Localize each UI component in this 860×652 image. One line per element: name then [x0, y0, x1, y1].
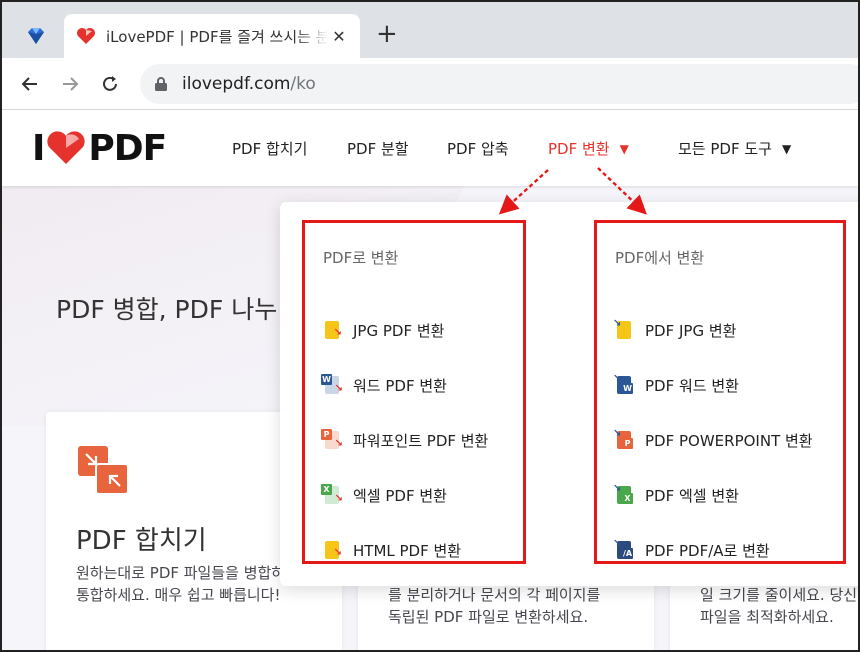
- heart-icon: [47, 131, 86, 164]
- ilovepdf-logo[interactable]: I PDF: [32, 127, 167, 169]
- nav-label: PDF 합치기: [232, 140, 308, 158]
- url-text: ilovepdf.com/ko: [182, 74, 316, 94]
- menu-item-label: PDF 워드 변환: [645, 376, 739, 395]
- word-to-pdf-icon: W ↘: [321, 374, 343, 394]
- nav-convert-pdf[interactable]: PDF 변환 ▼: [548, 138, 629, 159]
- menu-item-label: PDF JPG 변환: [645, 321, 737, 340]
- caret-down-icon: ▼: [619, 142, 629, 156]
- menu-item-excel-to-pdf[interactable]: X ↘ 엑셀 PDF 변환: [321, 483, 447, 507]
- menu-item-pdf-to-jpg[interactable]: ↘ PDF JPG 변환: [613, 318, 736, 342]
- screenshot-frame: iLovePDF | PDF를 즐겨 쓰시는 분 ✕ + ilovepdf.co…: [0, 0, 860, 652]
- card-title: PDF 합치기: [76, 526, 207, 556]
- close-tab-icon[interactable]: ✕: [330, 27, 348, 46]
- nav-label: 모든 PDF 도구: [678, 140, 772, 158]
- browser-tab-strip: iLovePDF | PDF를 즐겨 쓰시는 분 ✕ +: [2, 2, 858, 58]
- lock-icon: [155, 77, 167, 91]
- menu-item-label: PDF POWERPOINT 변환: [645, 431, 813, 450]
- menu-item-label: HTML PDF 변환: [353, 541, 462, 560]
- nav-label: PDF 변환: [548, 140, 610, 158]
- card-description-line2: 파일을 최적화하세요.: [700, 608, 834, 626]
- arrow-right-icon: [63, 77, 79, 91]
- arrow-left-icon: [21, 77, 37, 91]
- menu-item-html-to-pdf[interactable]: ↘ HTML PDF 변환: [321, 538, 461, 562]
- powerpoint-to-pdf-icon: P ↘: [321, 429, 343, 451]
- heart-gem-icon: [28, 28, 44, 44]
- excel-to-pdf-icon: X ↘: [321, 484, 343, 506]
- forward-button[interactable]: [56, 70, 84, 98]
- tab-title: iLovePDF | PDF를 즐겨 쓰시는 분: [106, 27, 328, 46]
- hero-title: PDF 병합, PDF 나누: [56, 295, 278, 324]
- jpg-to-pdf-icon: ↘: [321, 319, 343, 341]
- nav-label: PDF 분할: [347, 140, 409, 158]
- menu-item-label: 파워포인트 PDF 변환: [353, 431, 489, 450]
- url-host: ilovepdf.com: [182, 74, 291, 94]
- pdf-to-pdfa-icon: ↘/A: [613, 538, 633, 559]
- html-to-pdf-icon: ↘: [321, 539, 343, 561]
- merge-pdf-icon: [78, 446, 129, 495]
- menu-item-pdf-to-excel[interactable]: ↘ X PDF 엑셀 변환: [613, 483, 739, 507]
- url-path: /ko: [290, 74, 316, 94]
- menu-item-pdf-to-pdfa[interactable]: ↘/A PDF PDF/A로 변환: [613, 538, 770, 562]
- ilovepdf-favicon-icon: [77, 28, 95, 44]
- pinned-tab[interactable]: [16, 18, 56, 54]
- address-bar[interactable]: ilovepdf.com/ko: [140, 64, 858, 104]
- from-pdf-column: PDF에서 변환 ↘ PDF JPG 변환 ↘ W PDF 워드 변환 ↘ P PDF POW…: [594, 220, 846, 564]
- new-tab-button[interactable]: +: [376, 20, 398, 48]
- active-tab[interactable]: iLovePDF | PDF를 즐겨 쓰시는 분 ✕: [64, 14, 360, 58]
- menu-item-label: 워드 PDF 변환: [353, 376, 447, 395]
- menu-item-pdf-to-word[interactable]: ↘ W PDF 워드 변환: [613, 373, 739, 397]
- menu-item-jpg-to-pdf[interactable]: ↘ JPG PDF 변환: [321, 318, 444, 342]
- pdf-to-jpg-icon: ↘: [613, 319, 635, 341]
- nav-label: PDF 압축: [447, 140, 509, 158]
- reload-button[interactable]: [96, 70, 124, 98]
- nav-merge-pdf[interactable]: PDF 합치기: [232, 138, 307, 159]
- menu-item-word-to-pdf[interactable]: W ↘ 워드 PDF 변환: [321, 373, 447, 397]
- menu-item-label: PDF 엑셀 변환: [645, 486, 739, 505]
- back-button[interactable]: [16, 70, 44, 98]
- caret-down-icon: ▼: [781, 142, 792, 156]
- card-description-line1: 를 분리하거나 문서의 각 페이지를: [388, 586, 601, 604]
- column-heading: PDF로 변환: [323, 249, 399, 267]
- card-description-line2: 독립된 PDF 파일로 변환하세요.: [388, 608, 589, 626]
- site-header: I PDF PDF 합치기 PDF 분할 PDF 압축 PDF 변환 ▼ 모든 P…: [2, 110, 858, 186]
- browser-toolbar: ilovepdf.com/ko: [2, 58, 858, 110]
- to-pdf-column: PDF로 변환 ↘ JPG PDF 변환 W ↘ 워드 PDF 변환 P ↘ 파워포인트 PD…: [302, 220, 526, 564]
- logo-text-pdf: PDF: [88, 127, 167, 169]
- nav-compress-pdf[interactable]: PDF 압축: [447, 138, 509, 159]
- logo-letter-i: I: [32, 127, 45, 169]
- nav-all-pdf-tools[interactable]: 모든 PDF 도구 ▼: [678, 138, 791, 159]
- reload-icon: [103, 76, 117, 91]
- menu-item-label: PDF PDF/A로 변환: [645, 541, 770, 560]
- pdf-to-word-icon: ↘ W: [613, 373, 633, 394]
- pdf-to-excel-icon: ↘ X: [613, 484, 635, 506]
- convert-pdf-dropdown: PDF로 변환 ↘ JPG PDF 변환 W ↘ 워드 PDF 변환 P ↘ 파워포인트 PD…: [280, 202, 858, 586]
- pdf-to-powerpoint-icon: ↘ P: [613, 429, 635, 451]
- column-heading: PDF에서 변환: [615, 249, 705, 267]
- nav-split-pdf[interactable]: PDF 분할: [347, 138, 409, 159]
- menu-item-label: JPG PDF 변환: [353, 321, 445, 340]
- card-description-line1: 일 크기를 줄이세요. 당신: [700, 586, 858, 604]
- menu-item-powerpoint-to-pdf[interactable]: P ↘ 파워포인트 PDF 변환: [321, 428, 488, 452]
- menu-item-label: 엑셀 PDF 변환: [353, 486, 447, 505]
- menu-item-pdf-to-powerpoint[interactable]: ↘ P PDF POWERPOINT 변환: [613, 428, 813, 452]
